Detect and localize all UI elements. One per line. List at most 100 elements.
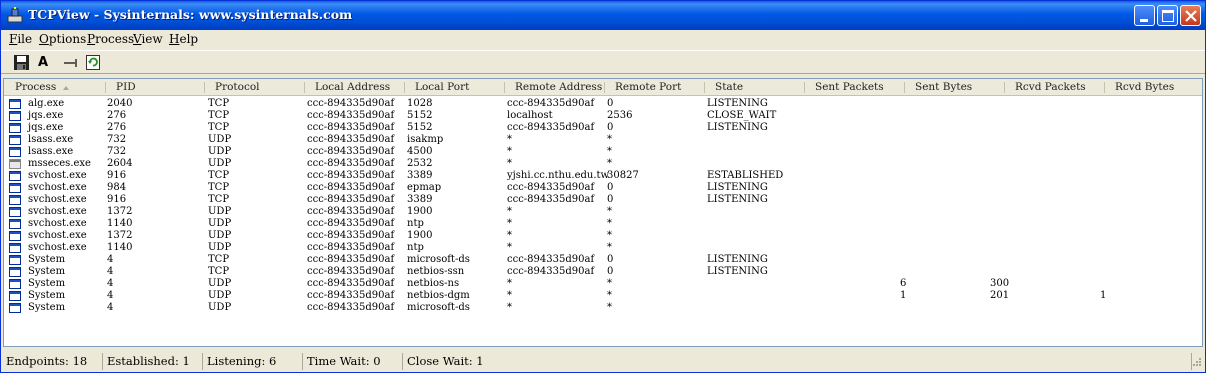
application-window-icon xyxy=(9,195,21,205)
table-row[interactable]: System 4 UDP ccc-894335d90af microsoft-ds * * xyxy=(4,302,1202,314)
menu-view[interactable]: View xyxy=(133,32,163,46)
cell-local-address: ccc-894335d90af xyxy=(307,170,395,181)
cell-protocol: UDP xyxy=(208,218,232,229)
table-row[interactable]: System 4 TCP ccc-894335d90af microsoft-ds ccc… xyxy=(4,254,1202,266)
table-row[interactable]: System 4 UDP ccc-894335d90af netbios-ns * * 6 30… xyxy=(4,278,1202,290)
table-row[interactable]: jqs.exe 276 TCP ccc-894335d90af 5152 localhos… xyxy=(4,110,1202,122)
cell-state: LISTENING xyxy=(707,122,768,133)
cell-state: LISTENING xyxy=(707,98,768,109)
cell-remote-address: localhost xyxy=(507,110,553,121)
cell-local-port: 3389 xyxy=(407,170,433,181)
cell-protocol: UDP xyxy=(208,302,232,313)
table-row[interactable]: alg.exe 2040 TCP ccc-894335d90af 1028 ccc-894… xyxy=(4,98,1202,110)
table-row[interactable]: msseces.exe 2604 UDP ccc-894335d90af 2532 * * xyxy=(4,158,1202,170)
column-header-rcvd-bytes[interactable]: Rcvd Bytes xyxy=(1104,79,1202,96)
connections-table[interactable]: Process PID Protocol Local Address Local… xyxy=(3,78,1203,347)
cell-protocol: UDP xyxy=(208,134,232,145)
cell-rcvd-packets: 1 xyxy=(1100,290,1107,301)
menu-process[interactable]: Process xyxy=(87,32,134,46)
cell-pid: 4 xyxy=(107,278,114,289)
column-header-state[interactable]: State xyxy=(704,79,804,96)
cell-remote-address: ccc-894335d90af xyxy=(507,98,595,109)
cell-state: ESTABLISHED xyxy=(707,170,784,181)
sort-ascending-icon xyxy=(63,86,69,90)
cell-local-port: 1900 xyxy=(407,230,433,241)
cell-state: LISTENING xyxy=(707,182,768,193)
application-window-icon xyxy=(9,123,21,133)
cell-local-port: ntp xyxy=(407,242,424,253)
table-row[interactable]: jqs.exe 276 TCP ccc-894335d90af 5152 ccc-8943… xyxy=(4,122,1202,134)
table-row[interactable]: svchost.exe 1372 UDP ccc-894335d90af 1900 * * xyxy=(4,206,1202,218)
cell-local-port: netbios-ns xyxy=(407,278,460,289)
cell-remote-port: 0 xyxy=(607,254,614,265)
table-row[interactable]: lsass.exe 732 UDP ccc-894335d90af 4500 * * xyxy=(4,146,1202,158)
cell-remote-address: ccc-894335d90af xyxy=(507,182,595,193)
cell-pid: 4 xyxy=(107,290,114,301)
column-header-local-port[interactable]: Local Port xyxy=(404,79,504,96)
cell-process: lsass.exe xyxy=(28,146,74,157)
table-row[interactable]: System 4 TCP ccc-894335d90af netbios-ssn ccc-… xyxy=(4,266,1202,278)
cell-process: System xyxy=(28,278,66,289)
table-row[interactable]: System 4 UDP ccc-894335d90af netbios-dgm * * 1 2… xyxy=(4,290,1202,302)
cell-remote-port: 2536 xyxy=(607,110,633,121)
cell-pid: 4 xyxy=(107,266,114,277)
cell-process: svchost.exe xyxy=(28,206,87,217)
resize-grip-icon[interactable] xyxy=(1190,357,1202,369)
column-header-protocol[interactable]: Protocol xyxy=(204,79,304,96)
floppy-disk-icon[interactable] xyxy=(13,54,30,71)
cell-remote-address: * xyxy=(507,278,512,289)
cell-protocol: TCP xyxy=(208,110,230,121)
table-row[interactable]: svchost.exe 916 TCP ccc-894335d90af 3389 yjsh… xyxy=(4,170,1202,182)
cell-remote-address: yjshi.cc.nthu.edu.tw xyxy=(507,170,610,181)
cell-protocol: UDP xyxy=(208,230,232,241)
column-header-local-address[interactable]: Local Address xyxy=(304,79,404,96)
column-header-sent-packets[interactable]: Sent Packets xyxy=(804,79,904,96)
minimize-button[interactable] xyxy=(1134,5,1155,26)
cell-local-address: ccc-894335d90af xyxy=(307,146,395,157)
cell-process: svchost.exe xyxy=(28,182,87,193)
cell-remote-port: * xyxy=(607,242,612,253)
table-row[interactable]: svchost.exe 1140 UDP ccc-894335d90af ntp * * xyxy=(4,242,1202,254)
menu-file[interactable]: File xyxy=(9,32,32,46)
column-header-remote-port[interactable]: Remote Port xyxy=(604,79,704,96)
column-header-sent-bytes[interactable]: Sent Bytes xyxy=(904,79,1004,96)
column-header-process[interactable]: Process xyxy=(4,79,105,96)
cell-local-address: ccc-894335d90af xyxy=(307,230,395,241)
table-row[interactable]: lsass.exe 732 UDP ccc-894335d90af isakmp * * xyxy=(4,134,1202,146)
cell-local-address: ccc-894335d90af xyxy=(307,158,395,169)
cell-remote-port: 30827 xyxy=(607,170,639,181)
status-time-wait: Time Wait: 0 xyxy=(304,353,403,370)
column-header-pid[interactable]: PID xyxy=(105,79,204,96)
menu-options[interactable]: Options xyxy=(39,32,86,46)
cell-local-address: ccc-894335d90af xyxy=(307,110,395,121)
cell-local-port: netbios-dgm xyxy=(407,290,470,301)
refresh-icon[interactable] xyxy=(85,54,102,71)
column-header-remote-address[interactable]: Remote Address xyxy=(504,79,604,96)
cell-remote-port: 0 xyxy=(607,98,614,109)
cell-remote-address: ccc-894335d90af xyxy=(507,254,595,265)
cell-process: msseces.exe xyxy=(28,158,91,169)
title-bar[interactable]: TCPView - Sysinternals: www.sysinternals… xyxy=(1,1,1205,30)
cell-state: LISTENING xyxy=(707,266,768,277)
cell-remote-address: * xyxy=(507,290,512,301)
cell-local-address: ccc-894335d90af xyxy=(307,290,395,301)
application-window-icon xyxy=(9,231,21,241)
table-row[interactable]: svchost.exe 916 TCP ccc-894335d90af 3389 ccc-… xyxy=(4,194,1202,206)
cell-protocol: TCP xyxy=(208,170,230,181)
font-button[interactable]: A xyxy=(38,54,55,71)
close-button[interactable] xyxy=(1180,5,1201,26)
menu-help[interactable]: Help xyxy=(169,32,198,46)
cell-local-address: ccc-894335d90af xyxy=(307,98,395,109)
table-row[interactable]: svchost.exe 1140 UDP ccc-894335d90af ntp * * xyxy=(4,218,1202,230)
application-window-icon xyxy=(9,183,21,193)
arrow-right-icon[interactable] xyxy=(62,54,79,71)
maximize-button[interactable] xyxy=(1157,5,1178,26)
table-row[interactable]: svchost.exe 1372 UDP ccc-894335d90af 1900 * * xyxy=(4,230,1202,242)
column-header-rcvd-packets[interactable]: Rcvd Packets xyxy=(1004,79,1104,96)
table-row[interactable]: svchost.exe 984 TCP ccc-894335d90af epmap ccc… xyxy=(4,182,1202,194)
application-window-icon xyxy=(9,99,21,109)
cell-remote-address: * xyxy=(507,242,512,253)
cell-local-address: ccc-894335d90af xyxy=(307,194,395,205)
cell-local-port: ntp xyxy=(407,218,424,229)
cell-protocol: TCP xyxy=(208,98,230,109)
